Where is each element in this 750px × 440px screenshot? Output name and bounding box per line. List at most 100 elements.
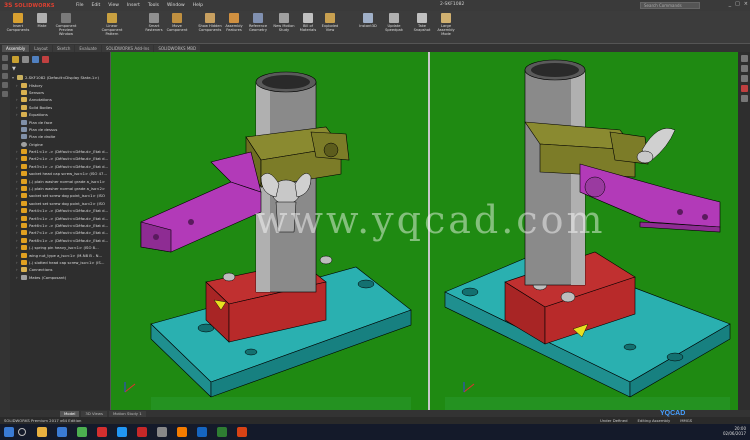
tab-evaluate[interactable]: Evaluate [75, 44, 101, 52]
tree-item[interactable]: Origine [12, 141, 110, 148]
pattern-icon [107, 13, 117, 23]
tab-motion-study[interactable]: Motion Study 1 [108, 410, 146, 417]
ribbon-command-7[interactable]: Assembly Features [222, 13, 246, 32]
ribbon-command-4[interactable]: Smart Fasteners [142, 13, 166, 32]
solidworks-logo[interactable]: 3S SOLIDWORKS [0, 2, 70, 9]
opera-icon[interactable] [97, 427, 107, 437]
ribbon-command-2[interactable]: Component Preview Window [54, 13, 78, 36]
feature-manager-icon[interactable] [2, 55, 8, 61]
tree-item[interactable]: Plan de face [12, 118, 110, 125]
windows-icon[interactable] [117, 427, 127, 437]
property-manager-icon[interactable] [2, 64, 8, 70]
tree-item[interactable]: Plan de droite [12, 133, 110, 140]
tree-item[interactable]: › Part2<1> -> (Défaut<<Défaut>_Etat d... [12, 155, 110, 162]
close-button[interactable]: × [744, 1, 748, 7]
browser-icon[interactable] [57, 427, 67, 437]
tree-item[interactable]: › Connections [12, 266, 110, 273]
ribbon-command-13[interactable]: Update Speedpak [382, 13, 406, 32]
tree-item[interactable]: › (-) spring pin heavy_iso<1> (ISO 8... [12, 244, 110, 251]
part-icon [21, 252, 27, 258]
chrome-icon[interactable] [77, 427, 87, 437]
ribbon-command-14[interactable]: Take Snapshot [410, 13, 434, 32]
resources-icon[interactable] [740, 55, 748, 62]
tree-item[interactable]: › Part4<1> -> (Défaut<<Défaut>_Etat d... [12, 207, 110, 214]
design-library-icon[interactable] [740, 65, 748, 72]
menu-view[interactable]: View [108, 3, 119, 8]
ribbon-command-8[interactable]: Reference Geometry [246, 13, 270, 32]
ribbon-command-1[interactable]: Mate [30, 13, 54, 28]
word-icon[interactable] [197, 427, 207, 437]
tree-item[interactable]: › Equations [12, 111, 110, 118]
tree-item[interactable]: › Part8<1> -> (Défaut<<Défaut>_Etat d... [12, 237, 110, 244]
display-manager-icon[interactable] [2, 91, 8, 97]
filter-icon[interactable]: ▼ [12, 66, 22, 72]
menu-edit[interactable]: Edit [92, 3, 101, 8]
ribbon-command-5[interactable]: Move Component [165, 13, 189, 32]
app-icon[interactable] [157, 427, 167, 437]
ribbon-command-9[interactable]: New Motion Study [272, 13, 296, 32]
view-palette-icon[interactable] [740, 85, 748, 92]
tree-item[interactable]: Sensors [12, 89, 110, 96]
feature-tree-icon[interactable] [12, 56, 19, 63]
tree-item[interactable]: › History [12, 81, 110, 88]
ribbon-command-6[interactable]: Show Hidden Components [198, 13, 222, 32]
tree-item[interactable]: › Mates (Composant) [12, 274, 110, 281]
tree-item[interactable]: › socket set screw dog point_iso<1> (ISO [12, 192, 110, 199]
tab-3d-views[interactable]: 3D Views [81, 410, 107, 417]
maximize-button[interactable]: □ [735, 1, 740, 7]
tree-item[interactable]: ▾ 2-SKF1082 (Default<Display State-1>) [12, 74, 110, 81]
tree-item[interactable]: › (-) slotted head cap screw_iso<1> (IS..… [12, 259, 110, 266]
ribbon-command-12[interactable]: Instant3D [356, 13, 380, 28]
system-tray[interactable]: 20:00 02/06/2017 [723, 426, 746, 436]
dim-xpert-icon[interactable] [2, 82, 8, 88]
tree-item[interactable]: › Part7<1> -> (Défaut<<Défaut>_Etat d... [12, 229, 110, 236]
menu-window[interactable]: Window [167, 3, 185, 8]
tab-sketch[interactable]: Sketch [52, 44, 75, 52]
tree-item[interactable]: › socket head cap screw_iso<1> (ISO 47... [12, 170, 110, 177]
tree-item[interactable]: › socket set screw dog point_iso<2> (ISO [12, 200, 110, 207]
solidworks-icon[interactable] [137, 427, 147, 437]
configurations-icon[interactable] [32, 56, 39, 63]
menu-tools[interactable]: Tools [148, 3, 159, 8]
tab-addins[interactable]: SOLIDWORKS Add-Ins [101, 44, 154, 52]
ribbon-command-11[interactable]: Exploded View [318, 13, 342, 32]
tab-mbd[interactable]: SOLIDWORKS MBD [154, 44, 201, 52]
tree-item[interactable]: › Part6<1> -> (Défaut<<Défaut>_Etat d... [12, 222, 110, 229]
powerpoint-icon[interactable] [237, 427, 247, 437]
configuration-manager-icon[interactable] [2, 73, 8, 79]
tree-item[interactable]: › (-) plain washer normal grade a_iso<2> [12, 185, 110, 192]
ribbon-command-0[interactable]: Insert Components [6, 13, 30, 32]
tree-item[interactable]: › Part3<1> -> (Défaut<<Défaut>_Etat d... [12, 163, 110, 170]
tree-item-label: Plan de dessus [29, 126, 58, 132]
file-explorer-icon[interactable] [740, 75, 748, 82]
tree-item[interactable]: › Solid Bodies [12, 104, 110, 111]
tab-model[interactable]: Model [60, 410, 80, 417]
search-commands-input[interactable]: Search Commands [640, 2, 700, 9]
ribbon-command-10[interactable]: Bill of Materials [296, 13, 320, 32]
minimize-button[interactable]: _ [729, 1, 732, 7]
tree-item[interactable]: › Part5<1> -> (Défaut<<Défaut>_Etat d... [12, 214, 110, 221]
appearances-icon[interactable] [740, 95, 748, 102]
tree-item[interactable]: › wing nut_type a_iso<1> (M-N8 B - N... [12, 251, 110, 258]
appearance-icon[interactable] [42, 56, 49, 63]
tree-item[interactable]: › Part1<1> -> (Défaut<<Défaut>_Etat d... [12, 148, 110, 155]
tree-item[interactable]: › Annotations [12, 96, 110, 103]
tree-item[interactable]: Plan de dessus [12, 126, 110, 133]
search-icon[interactable] [18, 428, 26, 436]
start-button[interactable] [4, 427, 14, 437]
menu-file[interactable]: File [76, 3, 84, 8]
menu-insert[interactable]: Insert [127, 3, 140, 8]
vlc-icon[interactable] [177, 427, 187, 437]
tree-item[interactable]: › (-) plain washer normal grade a_iso<1> [12, 177, 110, 184]
folder-icon[interactable] [37, 427, 47, 437]
assembly-features-icon [229, 13, 239, 23]
status-units[interactable]: MMGS [680, 418, 692, 423]
tab-assembly[interactable]: Assembly [2, 44, 30, 52]
ribbon-command-15[interactable]: Large Assembly Mode [434, 13, 458, 36]
ribbon-command-3[interactable]: Linear Component Pattern [100, 13, 124, 36]
tab-layout[interactable]: Layout [30, 44, 52, 52]
window-controls: _ □ × [729, 1, 748, 7]
excel-icon[interactable] [217, 427, 227, 437]
menu-help[interactable]: Help [193, 3, 203, 8]
properties-icon[interactable] [22, 56, 29, 63]
